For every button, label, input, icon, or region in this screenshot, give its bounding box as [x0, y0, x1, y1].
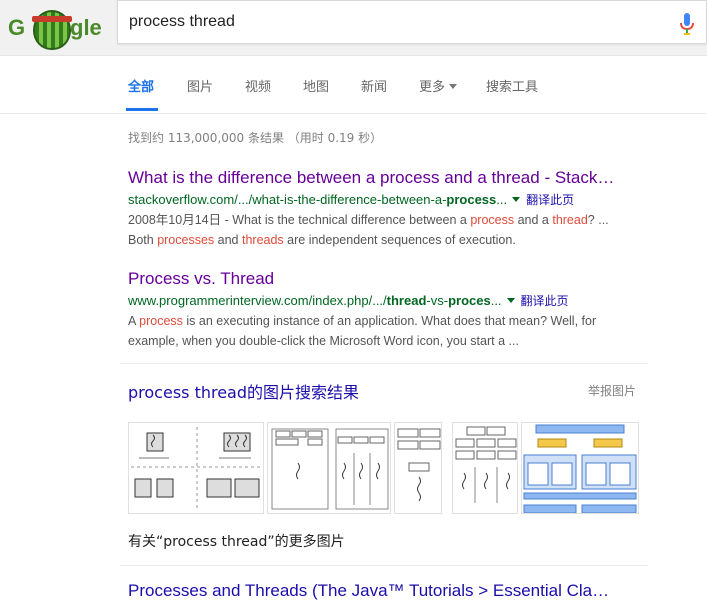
search-tabs: 全部 图片 视频 地图 新闻 更多 搜索工具: [0, 56, 707, 114]
snippet-text: is an executing instance of an applicati…: [182, 314, 597, 328]
result-url-bold: proces: [448, 293, 491, 308]
snippet-line: Both processes and threads are independe…: [128, 230, 707, 250]
image-thumbnail[interactable]: [452, 422, 518, 514]
snippet-line: A process is an executing instance of an…: [128, 311, 707, 331]
tab-news[interactable]: 新闻: [361, 76, 387, 95]
result-url-bold: process: [446, 192, 497, 207]
snippet-highlight: processes: [157, 233, 215, 247]
tab-videos[interactable]: 视频: [245, 76, 271, 95]
tab-images[interactable]: 图片: [187, 76, 213, 95]
search-result: What is the difference between a process…: [128, 168, 707, 250]
snippet-line: 2008年10月14日 - What is the technical diff…: [128, 210, 707, 230]
snippet-text: and a: [514, 213, 553, 227]
snippet-text: Both: [128, 233, 158, 247]
tab-more-label: 更多: [419, 80, 446, 95]
snippet-text: and: [214, 233, 242, 247]
snippet-highlight: process: [470, 213, 515, 227]
result-url-text: stackoverflow.com/.../what-is-the-differ…: [128, 192, 447, 207]
translate-page-link[interactable]: 翻译此页: [521, 294, 569, 308]
tab-search-tools[interactable]: 搜索工具: [486, 76, 538, 95]
snippet-highlight: threads: [241, 233, 284, 247]
logo-letters-gle: gle: [70, 15, 102, 40]
result-url-suffix: ...: [490, 293, 502, 308]
snippet-line: example, when you double-click the Micro…: [128, 334, 519, 348]
image-thumbnail[interactable]: [128, 422, 264, 514]
result-url: www.programmerinterview.com/index.php/..…: [128, 292, 707, 309]
url-dropdown-arrow-icon[interactable]: [506, 298, 515, 303]
snippet-highlight: process: [139, 314, 183, 328]
snippet-text: A: [128, 314, 140, 328]
search-result: Process vs. Thread www.programmerintervi…: [128, 269, 707, 351]
report-images-link[interactable]: 举报图片: [588, 382, 636, 399]
tab-maps[interactable]: 地图: [303, 76, 329, 95]
translate-page-link[interactable]: 翻译此页: [526, 193, 574, 207]
image-thumbnail[interactable]: [521, 422, 639, 514]
result-title-link[interactable]: Process vs. Thread: [128, 269, 707, 289]
header: G gle: [0, 0, 707, 56]
snippet-highlight: thread: [552, 213, 588, 227]
tab-all[interactable]: 全部: [128, 76, 154, 95]
result-snippet: 2008年10月14日 - What is the technical diff…: [128, 210, 707, 250]
divider: [120, 363, 648, 364]
google-doodle-logo[interactable]: G gle: [8, 8, 102, 50]
logo-letter-g: G: [8, 15, 26, 40]
search-input[interactable]: [129, 13, 669, 31]
divider: [120, 565, 648, 566]
image-results-heading[interactable]: process thread的图片搜索结果: [128, 379, 359, 403]
tab-more[interactable]: 更多: [419, 76, 458, 95]
result-title-link[interactable]: What is the difference between a process…: [128, 168, 707, 188]
microphone-icon[interactable]: [679, 13, 695, 35]
active-tab-indicator: [126, 108, 158, 111]
result-url-text: www.programmerinterview.com/index.php/..…: [128, 293, 387, 308]
result-url-suffix: ...: [496, 192, 508, 207]
headband-icon: [32, 16, 72, 22]
more-images-link[interactable]: 有关“process thread”的更多图片: [128, 531, 345, 551]
result-url-bold: thread: [386, 293, 427, 308]
result-title-link[interactable]: Processes and Threads (The Java™ Tutoria…: [128, 581, 648, 601]
result-url: stackoverflow.com/.../what-is-the-differ…: [128, 191, 707, 208]
result-url-text: -vs-: [426, 293, 449, 308]
search-box[interactable]: [117, 0, 707, 44]
url-dropdown-arrow-icon[interactable]: [512, 197, 521, 202]
snippet-text: are independent sequences of execution.: [283, 233, 516, 247]
result-stats: 找到约 113,000,000 条结果 （用时 0.19 秒）: [128, 131, 383, 145]
image-thumbnail[interactable]: [267, 422, 391, 514]
result-snippet: A process is an executing instance of an…: [128, 311, 707, 351]
chevron-down-icon: [449, 84, 458, 89]
image-thumbnail[interactable]: [394, 422, 442, 514]
snippet-text: ? ...: [587, 213, 609, 227]
snippet-text: 2008年10月14日 - What is the technical diff…: [128, 213, 471, 227]
